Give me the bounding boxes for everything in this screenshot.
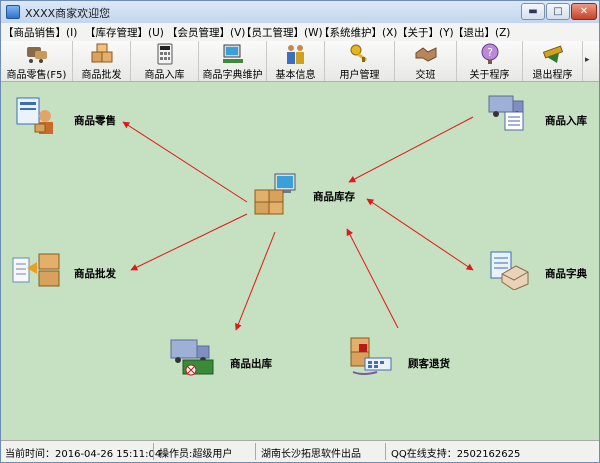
toolbar-basic-info-label: 基本信息 [275, 70, 316, 81]
cashier-icon[interactable] [15, 96, 57, 136]
toolbar-wholesale-button[interactable]: 商品批发 [73, 41, 131, 81]
status-qq-support: QQ在线支持：2502162625 [391, 449, 521, 460]
people-icon [286, 45, 304, 64]
node-dictionary-label[interactable]: 商品字典 [545, 266, 587, 281]
computer-icon [222, 44, 243, 63]
toolbar-overflow-button[interactable]: ▸ [585, 55, 590, 65]
inventory-icon[interactable] [253, 172, 299, 216]
svg-text:?: ? [487, 46, 493, 59]
toolbar-dictionary-label: 商品字典维护 [202, 70, 263, 81]
toolbar: 商品零售(F5) 商品批发 商品入库 商品字典维护 基本信息 用户管理 交班 ?… [1, 41, 599, 82]
status-company: 湖南长沙拓思软件出品 [261, 449, 361, 460]
node-returns-label[interactable]: 顾客退货 [408, 356, 450, 371]
menu-members[interactable]: 【会员管理】(V) [167, 25, 245, 40]
toolbar-retail-label: 商品零售(F5) [6, 70, 67, 81]
outbound-truck-icon[interactable] [169, 336, 217, 378]
toolbar-exit-button[interactable]: 退出程序 [523, 41, 583, 81]
menu-about[interactable]: 【关于】(Y) [397, 25, 454, 40]
menu-inventory[interactable]: 【库存管理】(U) [85, 25, 164, 40]
toolbar-inbound-button[interactable]: 商品入库 [131, 41, 199, 81]
minimize-button[interactable]: ▬ [521, 3, 545, 20]
node-wholesale-label[interactable]: 商品批发 [74, 266, 116, 281]
toolbar-inbound-label: 商品入库 [144, 70, 185, 81]
toolbar-about-button[interactable]: ? 关于程序 [457, 41, 523, 81]
app-window: XXXX商家欢迎您 ▬ □ ✕ 【商品销售】(I) 【库存管理】(U) 【会员管… [0, 0, 600, 463]
toolbar-retail-button[interactable]: 商品零售(F5) [1, 41, 73, 81]
question-icon: ? [481, 43, 498, 64]
handshake-icon [415, 47, 436, 62]
menu-sales[interactable]: 【商品销售】(I) [3, 25, 77, 40]
status-separator [385, 443, 386, 460]
window-title: XXXX商家欢迎您 [25, 7, 111, 20]
title-bar[interactable]: XXXX商家欢迎您 ▬ □ ✕ [1, 1, 599, 24]
menu-system[interactable]: 【系统维护】(X) [319, 25, 397, 40]
status-current-time: 当前时间：2016-04-26 15:11:04 [5, 449, 162, 460]
node-retail-label[interactable]: 商品零售 [74, 113, 116, 128]
delivery-truck-icon[interactable] [485, 92, 527, 132]
customer-return-icon[interactable] [347, 336, 395, 378]
wholesale-boxes-icon[interactable] [11, 250, 63, 290]
menu-bar: 【商品销售】(I) 【库存管理】(U) 【会员管理】(V) 【员工管理】(W) … [1, 23, 599, 42]
status-separator [255, 443, 256, 460]
toolbar-exit-label: 退出程序 [532, 70, 573, 81]
keys-icon [350, 44, 367, 62]
node-stock-label[interactable]: 商品库存 [313, 189, 355, 204]
toolbar-user-management-button[interactable]: 用户管理 [325, 41, 395, 81]
toolbar-shift-change-button[interactable]: 交班 [395, 41, 457, 81]
arrow-stock-to-wholesale [130, 213, 248, 271]
arrow-stock-dictionary [366, 198, 474, 271]
toolbar-wholesale-label: 商品批发 [81, 70, 122, 81]
calculator-icon [157, 43, 172, 65]
maximize-button[interactable]: □ [546, 3, 570, 20]
arrow-returns-to-stock [346, 228, 399, 329]
toolbar-basic-info-button[interactable]: 基本信息 [267, 41, 325, 81]
node-outbound-label[interactable]: 商品出库 [230, 356, 272, 371]
menu-staff[interactable]: 【员工管理】(W) [241, 25, 323, 40]
close-button[interactable]: ✕ [571, 3, 597, 20]
dictionary-icon[interactable] [488, 250, 530, 290]
status-separator [153, 443, 154, 460]
node-inbound-label[interactable]: 商品入库 [545, 113, 587, 128]
toolbar-dictionary-button[interactable]: 商品字典维护 [199, 41, 267, 81]
handshake-cart-icon [26, 47, 47, 63]
status-operator: 操作员:超级用户 [159, 449, 233, 460]
arrow-stock-to-outbound [235, 231, 276, 331]
app-icon [6, 5, 20, 19]
toolbar-about-label: 关于程序 [469, 70, 510, 81]
toolbar-shift-change-label: 交班 [415, 70, 436, 81]
arrow-stock-to-retail [122, 121, 248, 203]
toolbar-user-management-label: 用户管理 [339, 70, 380, 81]
status-bar: 当前时间：2016-04-26 15:11:04 操作员:超级用户 湖南长沙拓思… [1, 440, 599, 462]
boxes-icon [91, 43, 112, 63]
exit-icon [542, 45, 563, 63]
menu-exit[interactable]: 【退出】(Z) [453, 25, 510, 40]
arrow-inbound-to-stock [348, 116, 474, 183]
workflow-diagram: 商品零售 商品入库 商品库存 商品批发 商品字典 商品出库 顾客退货 [1, 82, 599, 439]
